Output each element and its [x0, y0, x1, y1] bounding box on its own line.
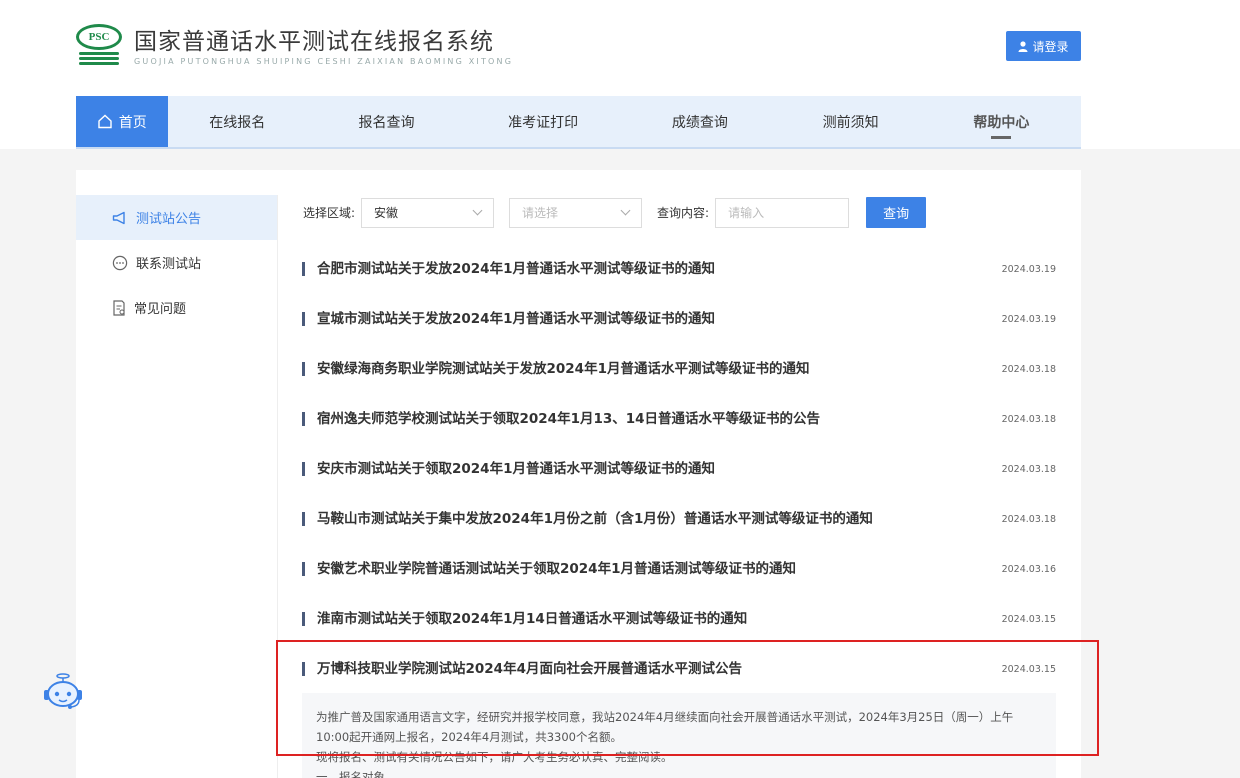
news-date: 2024.03.18 — [1001, 363, 1056, 375]
main-nav: 首页 在线报名 报名查询 准考证打印 成绩查询 测前须知 帮助中心 — [76, 96, 1081, 149]
region-label: 选择区域: — [303, 206, 356, 220]
news-title[interactable]: 万博科技职业学院测试站2024年4月面向社会开展普通话水平测试公告 — [302, 662, 742, 676]
nav-admission-print[interactable]: 准考证打印 — [466, 96, 620, 147]
news-date: 2024.03.19 — [1001, 313, 1056, 325]
login-button[interactable]: 请登录 — [1006, 31, 1081, 61]
list-item[interactable]: 安徽艺术职业学院普通话测试站关于领取2024年1月普通话测试等级证书的通知 202… — [302, 544, 1056, 594]
site-title: 国家普通话水平测试在线报名系统 — [134, 29, 494, 55]
excerpt-line: 一、报名对象 — [316, 770, 385, 778]
list-item[interactable]: 马鞍山市测试站关于集中发放2024年1月份之前（含1月份）普通话水平测试等级证书… — [302, 494, 1056, 544]
news-date: 2024.03.15 — [1001, 613, 1056, 625]
station-select-placeholder: 请选择 — [522, 206, 559, 220]
excerpt-line: 现将报名、测试有关情况公告如下，请广大考生务必认真、完整阅读。 — [316, 750, 673, 764]
user-icon — [1018, 40, 1028, 52]
excerpt-line: 10:00起开通网上报名，2024年4月测试，共3300个名额。 — [316, 730, 622, 744]
news-date: 2024.03.15 — [1001, 663, 1056, 675]
nav-home[interactable]: 首页 — [76, 96, 168, 147]
news-title[interactable]: 合肥市测试站关于发放2024年1月普通话水平测试等级证书的通知 — [302, 262, 715, 276]
document-icon — [113, 299, 125, 316]
site-subtitle: GUOJIA PUTONGHUA SHUIPING CESHI ZAIXIAN … — [134, 57, 514, 66]
query-input[interactable]: 请输入 — [715, 197, 850, 228]
news-title[interactable]: 马鞍山市测试站关于集中发放2024年1月份之前（含1月份）普通话水平测试等级证书… — [302, 512, 873, 526]
query-label: 查询内容: — [657, 206, 710, 220]
list-item[interactable]: 合肥市测试站关于发放2024年1月普通话水平测试等级证书的通知 2024.03.1… — [302, 244, 1056, 294]
news-title[interactable]: 安庆市测试站关于领取2024年1月普通话水平测试等级证书的通知 — [302, 462, 715, 476]
station-select[interactable]: 请选择 — [509, 197, 643, 228]
sidebar: 测试站公告 联系测试站 常见问题 — [76, 195, 277, 330]
chevron-down-icon — [620, 205, 631, 216]
list-item[interactable]: 宣城市测试站关于发放2024年1月普通话水平测试等级证书的通知 2024.03.1… — [302, 294, 1056, 344]
news-date: 2024.03.18 — [1001, 413, 1056, 425]
list-item[interactable]: 淮南市测试站关于领取2024年1月14日普通话水平测试等级证书的通知 2024.0… — [302, 594, 1056, 644]
nav-help-center[interactable]: 帮助中心 — [922, 96, 1081, 147]
news-title[interactable]: 宣城市测试站关于发放2024年1月普通话水平测试等级证书的通知 — [302, 312, 715, 326]
region-select[interactable]: 安徽 — [361, 197, 495, 228]
chat-icon — [112, 255, 128, 270]
news-title[interactable]: 安徽艺术职业学院普通话测试站关于领取2024年1月普通话测试等级证书的通知 — [302, 562, 796, 576]
logo-mark-text: PSC — [76, 24, 122, 50]
chevron-down-icon — [472, 205, 483, 216]
sidebar-item-label: 联系测试站 — [136, 257, 202, 272]
sidebar-divider — [277, 195, 278, 778]
news-title[interactable]: 宿州逸夫师范学校测试站关于领取2024年1月13、14日普通话水平等级证书的公告 — [302, 412, 820, 426]
news-date: 2024.03.18 — [1001, 513, 1056, 525]
sidebar-item-contact[interactable]: 联系测试站 — [76, 240, 277, 285]
chatbot-assistant-icon[interactable] — [41, 672, 85, 712]
nav-score-query[interactable]: 成绩查询 — [620, 96, 779, 147]
nav-pre-test-notes[interactable]: 测前须知 — [780, 96, 922, 147]
region-select-value: 安徽 — [374, 206, 399, 220]
sidebar-item-faq[interactable]: 常见问题 — [76, 285, 277, 330]
news-title[interactable]: 淮南市测试站关于领取2024年1月14日普通话水平测试等级证书的通知 — [302, 612, 747, 626]
psc-logo-icon: PSC — [76, 24, 122, 70]
news-list: 合肥市测试站关于发放2024年1月普通话水平测试等级证书的通知 2024.03.1… — [302, 244, 1056, 694]
news-title[interactable]: 安徽绿海商务职业学院测试站关于发放2024年1月普通话水平测试等级证书的通知 — [302, 362, 809, 376]
megaphone-icon — [112, 211, 125, 224]
filter-bar: 选择区域: 安徽 请选择 查询内容: 请输入 查询 — [303, 197, 927, 228]
news-date: 2024.03.18 — [1001, 463, 1056, 475]
list-item[interactable]: 宿州逸夫师范学校测试站关于领取2024年1月13、14日普通话水平等级证书的公告… — [302, 394, 1056, 444]
nav-home-label: 首页 — [118, 114, 147, 131]
sidebar-item-announcements[interactable]: 测试站公告 — [76, 195, 277, 240]
news-date: 2024.03.19 — [1001, 263, 1056, 275]
home-icon — [98, 114, 112, 129]
nav-register-query[interactable]: 报名查询 — [307, 96, 466, 147]
list-item[interactable]: 万博科技职业学院测试站2024年4月面向社会开展普通话水平测试公告 2024.03… — [302, 644, 1056, 694]
sidebar-item-label: 测试站公告 — [136, 212, 202, 227]
announcement-excerpt: 为推广普及国家通用语言文字，经研究并报学校同意，我站2024年4月继续面向社会开… — [302, 693, 1056, 778]
site-logo[interactable]: PSC 国家普通话水平测试在线报名系统 GUOJIA PUTONGHUA SHU… — [76, 24, 513, 70]
login-label: 请登录 — [1032, 39, 1069, 54]
sidebar-item-label: 常见问题 — [134, 302, 187, 317]
query-button[interactable]: 查询 — [866, 197, 927, 228]
list-item[interactable]: 安庆市测试站关于领取2024年1月普通话水平测试等级证书的通知 2024.03.1… — [302, 444, 1056, 494]
list-item[interactable]: 安徽绿海商务职业学院测试站关于发放2024年1月普通话水平测试等级证书的通知 20… — [302, 344, 1056, 394]
news-date: 2024.03.16 — [1001, 563, 1056, 575]
content-card: 测试站公告 联系测试站 常见问题 选择区域: 安徽 请选择 查询内容: 请输入 … — [76, 170, 1081, 778]
nav-online-register[interactable]: 在线报名 — [168, 96, 307, 147]
excerpt-line: 为推广普及国家通用语言文字，经研究并报学校同意，我站2024年4月继续面向社会开… — [316, 710, 1014, 724]
